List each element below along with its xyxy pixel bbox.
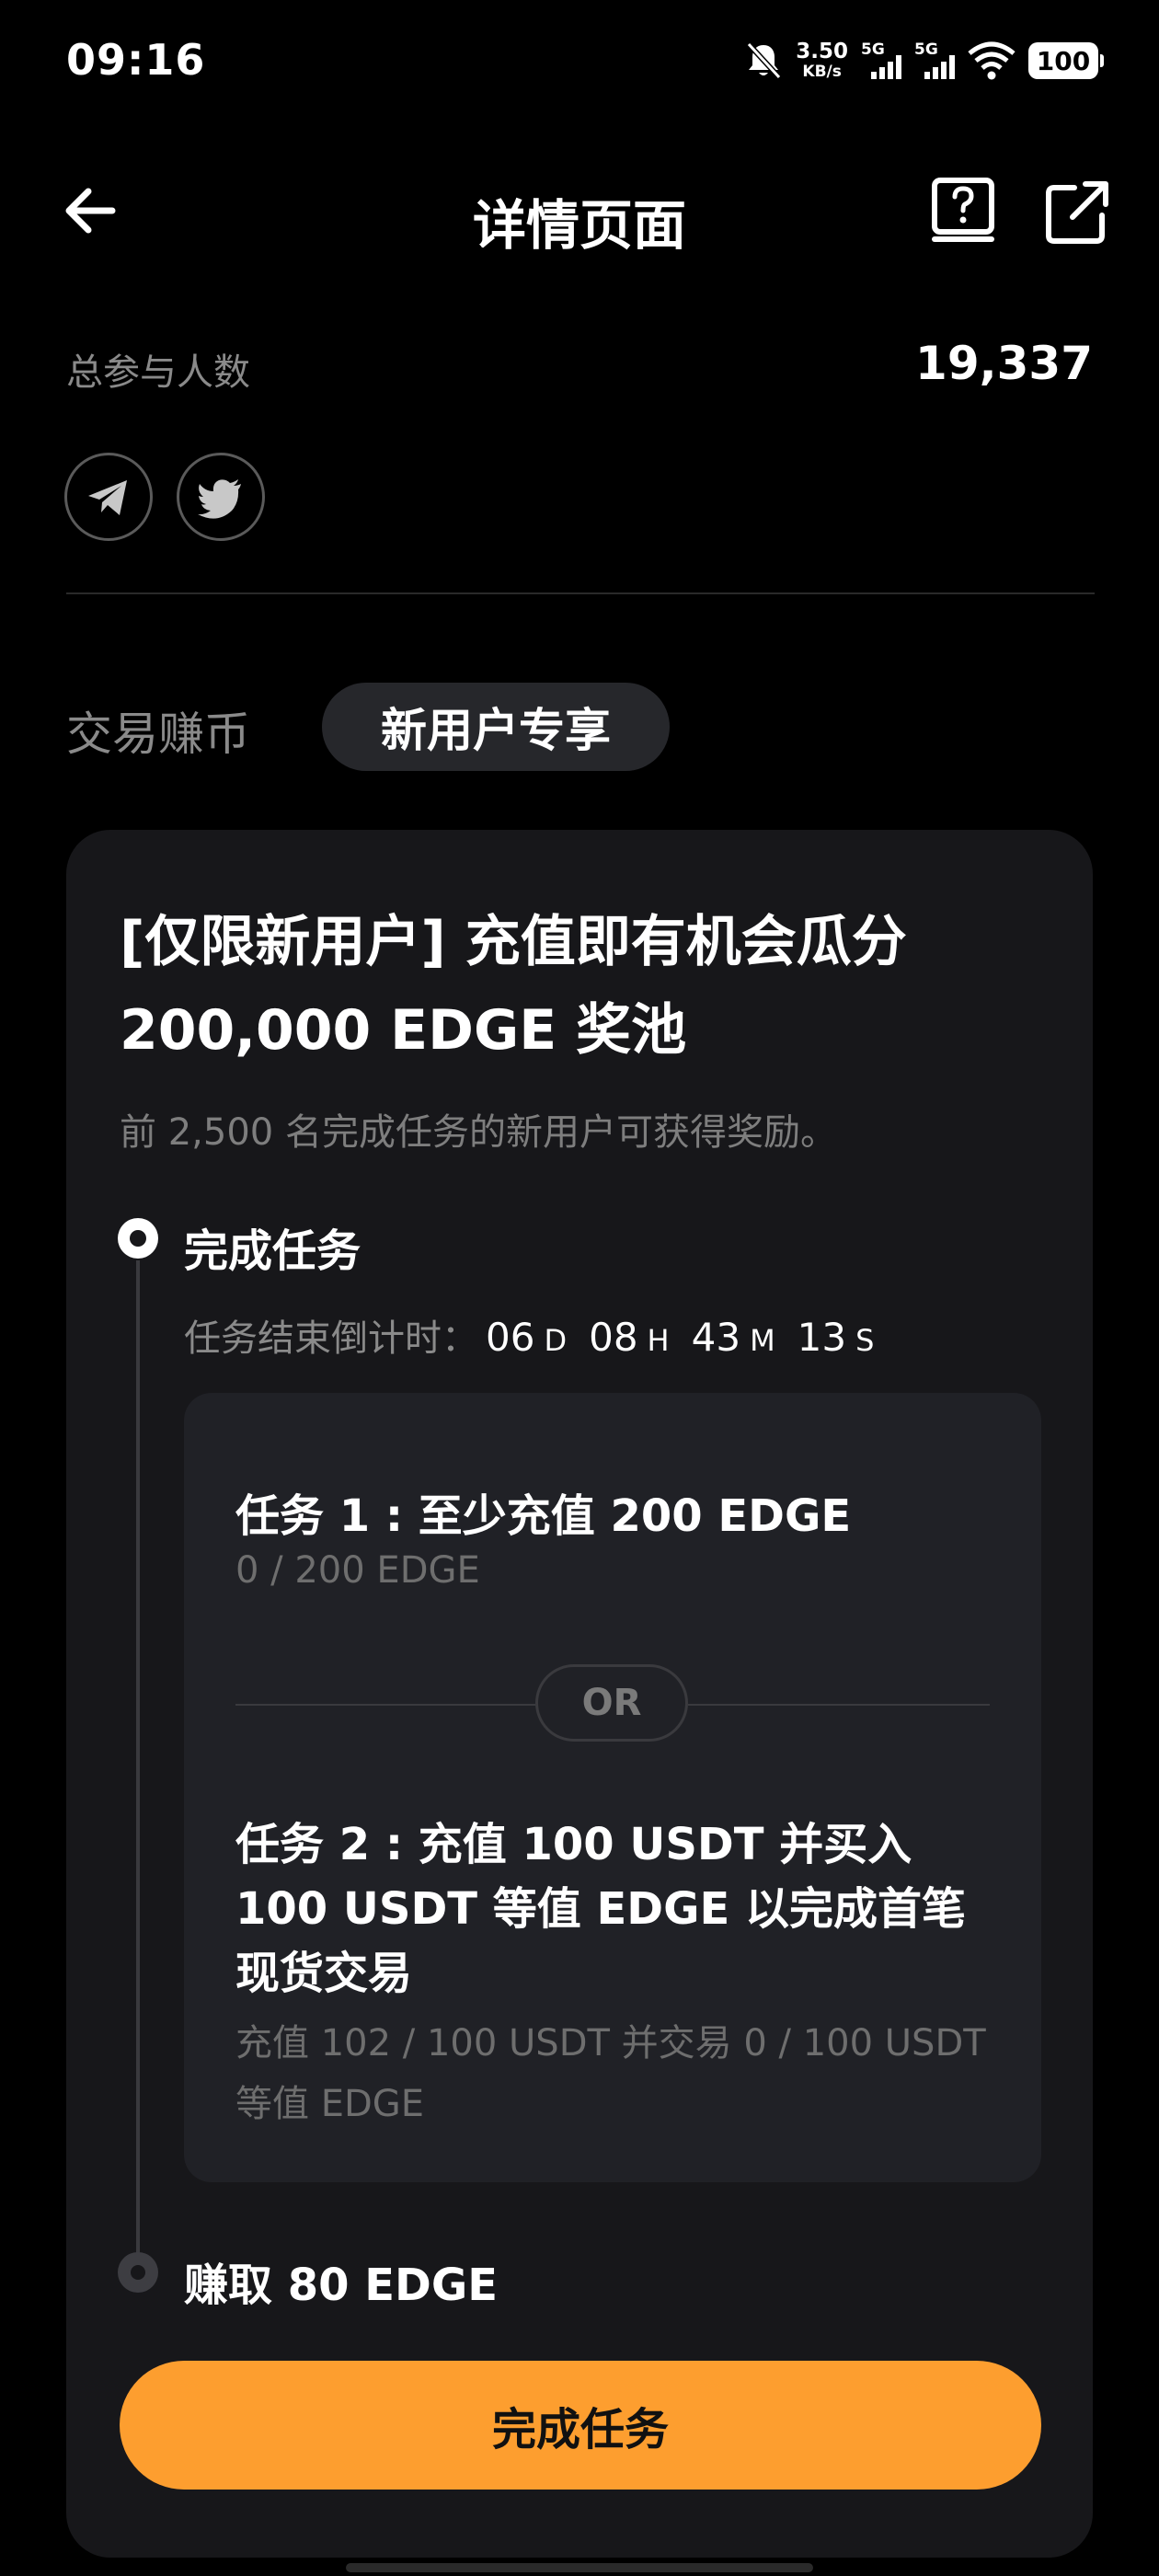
complete-tasks-button[interactable]: 完成任务 [120, 2361, 1041, 2490]
task-2-progress: 充值 102 / 100 USDT 并交易 0 / 100 USDT 等值 ED… [235, 2022, 986, 2125]
signal-2-icon: 5G [914, 40, 955, 81]
participants-label: 总参与人数 [66, 351, 250, 394]
section-divider [66, 592, 1095, 594]
status-bar: 09:16 3.50 KB/s 5G 5G 100 [0, 0, 1159, 129]
network-speed-value: 3.50 [796, 40, 848, 63]
or-separator: OR [535, 1664, 688, 1742]
twitter-link[interactable] [177, 453, 265, 541]
network-speed: 3.50 KB/s [796, 41, 848, 80]
signal-1-icon: 5G [861, 40, 901, 81]
step-complete-tasks-title: 完成任务 [184, 1225, 361, 1277]
countdown-hours: 08 [589, 1315, 638, 1360]
telegram-icon [88, 480, 127, 515]
countdown-minutes-unit: M [750, 1323, 775, 1358]
help-book-icon[interactable] [929, 177, 999, 247]
countdown-seconds-unit: S [855, 1323, 875, 1358]
step-pending-dot [118, 2252, 158, 2293]
header-bar: 详情页面 [0, 166, 1159, 258]
participants-value: 19,337 [915, 337, 1093, 390]
countdown: 任务结束倒计时： 06 D 08 H 43 M 13 S [184, 1308, 874, 1362]
countdown-label: 任务结束倒计时： [184, 1317, 478, 1360]
campaign-title: [仅限新用户] 充值即有机会瓜分 200,000 EDGE 奖池 [120, 910, 907, 1063]
countdown-days-unit: D [544, 1323, 568, 1358]
task-2-title: 任务 2 : 充值 100 USDT 并买入 100 USDT 等值 EDGE … [235, 1819, 966, 1999]
home-indicator[interactable] [346, 2563, 813, 2572]
tab-trade-earn[interactable]: 交易赚币 [66, 697, 250, 764]
countdown-minutes: 43 [691, 1315, 741, 1360]
telegram-link[interactable] [64, 453, 153, 541]
external-share-icon[interactable] [1043, 177, 1113, 247]
network-speed-unit: KB/s [802, 63, 842, 81]
or-divider-left [235, 1704, 535, 1706]
or-divider-right [688, 1704, 990, 1706]
countdown-seconds: 13 [797, 1315, 847, 1360]
status-time: 09:16 [66, 35, 206, 85]
step-reward-title: 赚取 80 EDGE [184, 2260, 499, 2311]
task-1-progress: 0 / 200 EDGE [235, 1549, 480, 1592]
task-1-title: 任务 1 : 至少充值 200 EDGE [235, 1490, 852, 1542]
detail-page: 09:16 3.50 KB/s 5G 5G 100 详情页面 总参与人数 19,… [0, 0, 1159, 2576]
twitter-icon [198, 479, 241, 519]
status-icons: 3.50 KB/s 5G 5G 100 [744, 37, 1104, 85]
wifi-icon [968, 41, 1016, 80]
bell-muted-icon [747, 41, 782, 80]
countdown-hours-unit: H [647, 1323, 670, 1358]
tab-new-user[interactable]: 新用户专享 [322, 683, 670, 771]
step-active-dot [118, 1218, 158, 1259]
timeline-line [136, 1260, 140, 2268]
countdown-days: 06 [486, 1315, 535, 1360]
campaign-subtitle: 前 2,500 名完成任务的新用户可获得奖励。 [120, 1111, 837, 1154]
battery-indicator: 100 [1028, 42, 1104, 79]
